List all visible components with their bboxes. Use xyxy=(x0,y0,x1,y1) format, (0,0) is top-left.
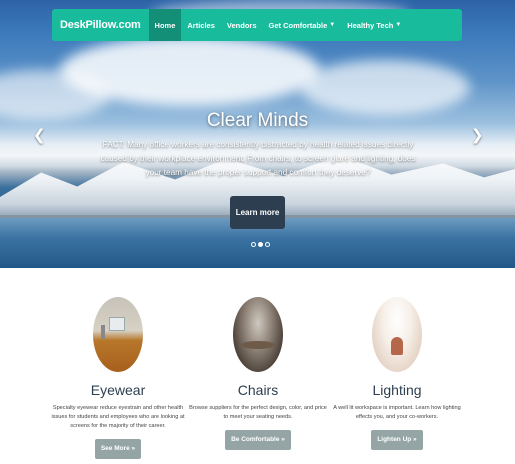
navbar: DeskPillow.com Home Articles Vendors Get… xyxy=(52,9,462,41)
nav-articles[interactable]: Articles xyxy=(181,9,221,41)
caret-down-icon: ▼ xyxy=(329,22,336,28)
table-shape xyxy=(241,341,275,349)
lighten-up-button[interactable]: Lighten Up » xyxy=(371,430,423,450)
nav-vendors-label: Vendors xyxy=(226,20,257,30)
nav-home[interactable]: Home xyxy=(148,9,182,41)
nav-get-comfortable-dropdown[interactable]: Get Comfortable ▼ xyxy=(263,9,342,41)
person-shape xyxy=(391,337,403,355)
carousel-next-icon[interactable]: ❯ xyxy=(471,126,484,144)
nav-healthy-tech-dropdown[interactable]: Healthy Tech ▼ xyxy=(341,9,407,41)
feature-eyewear: Eyewear Specialty eyewear reduce eyestra… xyxy=(43,297,193,459)
nav-healthy-tech-label: Healthy Tech xyxy=(347,20,394,30)
carousel-prev-icon[interactable]: ❮ xyxy=(33,126,46,144)
eyewear-image xyxy=(93,297,143,372)
carousel-indicators xyxy=(251,242,270,247)
nav-vendors[interactable]: Vendors xyxy=(221,9,263,41)
nav-home-label: Home xyxy=(154,20,176,30)
feature-chairs: Chairs Browse suppliers for the perfect … xyxy=(183,297,333,450)
brand-logo[interactable]: DeskPillow.com xyxy=(52,9,149,41)
feature-text: Browse suppliers for the perfect design,… xyxy=(189,405,327,420)
be-comfortable-button[interactable]: Be Comfortable » xyxy=(225,430,291,450)
learn-more-button[interactable]: Learn more xyxy=(230,196,285,229)
feature-text: Specialty eyewear reduce eyestrain and o… xyxy=(51,405,185,429)
lamp-shape xyxy=(101,325,105,339)
carousel-indicator[interactable] xyxy=(265,242,270,247)
chairs-image xyxy=(233,297,283,372)
feature-title: Eyewear xyxy=(90,382,146,398)
nav-get-comfortable-label: Get Comfortable xyxy=(268,20,328,30)
carousel-title: Clear Minds xyxy=(206,110,309,131)
caret-down-icon: ▼ xyxy=(395,22,402,28)
feature-title: Lighting xyxy=(372,382,422,398)
lighting-image xyxy=(372,297,422,372)
monitor-shape xyxy=(109,317,125,331)
feature-lighting: Lighting A well lit workspace is importa… xyxy=(322,297,472,450)
carousel-indicator[interactable] xyxy=(251,242,256,247)
feature-text: A well lit workspace is important. Learn… xyxy=(333,405,461,420)
carousel-indicator-active[interactable] xyxy=(258,242,263,247)
see-more-button[interactable]: See More » xyxy=(94,439,142,459)
nav-articles-label: Articles xyxy=(187,20,215,30)
cloud xyxy=(300,60,470,115)
carousel-caption: FACT: Many office workers are consistent… xyxy=(100,140,416,177)
feature-title: Chairs xyxy=(237,382,279,398)
